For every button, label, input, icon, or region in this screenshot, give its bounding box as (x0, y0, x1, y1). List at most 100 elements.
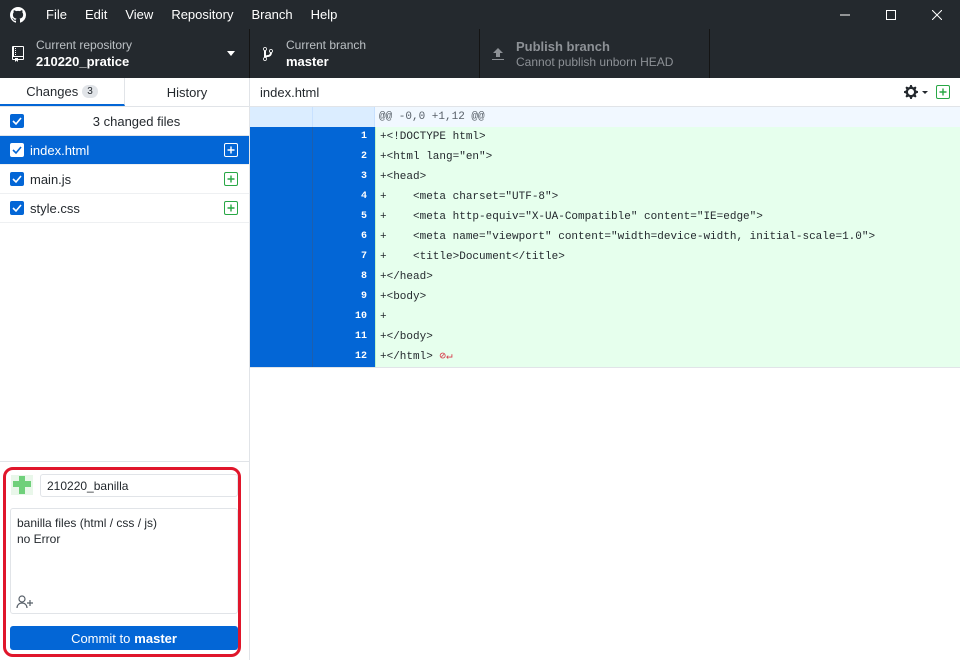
diff-file-name: index.html (260, 84, 320, 100)
current-branch-name: master (286, 53, 329, 69)
diff-line[interactable]: 11 +</body> (250, 327, 960, 347)
changes-count-badge: 3 (82, 84, 98, 98)
menu-edit[interactable]: Edit (76, 0, 116, 29)
diff-content: @@ -0,0 +1,12 @@ 1 +<!DOCTYPE html> 2 +<ht… (250, 107, 960, 368)
diff-view: index.html @@ -0,0 +1,12 @@ 1 +<!DOCTYPE … (250, 78, 960, 660)
diff-line[interactable]: 5 + <meta http-equiv="X-UA-Compatible" co… (250, 207, 960, 227)
line-number: 3 (313, 167, 375, 187)
line-number: 1 (313, 127, 375, 147)
window-controls (822, 0, 960, 29)
sidebar: Changes 3 History 3 changed files index.… (0, 78, 250, 660)
avatar (11, 475, 33, 495)
tab-changes-label: Changes (26, 83, 79, 99)
line-code: +<html lang="en"> (375, 147, 960, 167)
menu-view[interactable]: View (116, 0, 162, 29)
diff-line[interactable]: 8 +</head> (250, 267, 960, 287)
line-number: 8 (313, 267, 375, 287)
diff-file-header: index.html (250, 78, 960, 107)
tab-history[interactable]: History (125, 78, 249, 106)
line-number: 11 (313, 327, 375, 347)
file-checkbox[interactable] (10, 201, 24, 215)
line-code: + <meta name="viewport" content="width=d… (375, 227, 960, 247)
select-all-checkbox[interactable] (10, 114, 24, 128)
line-code: + <title>Document</title> (375, 247, 960, 267)
hunk-header: @@ -0,0 +1,12 @@ (250, 107, 960, 127)
branch-icon (250, 46, 286, 62)
menu-bar: File Edit View Repository Branch Help (36, 0, 346, 29)
tab-history-label: History (166, 84, 208, 100)
line-code: + (375, 307, 960, 327)
file-added-icon (936, 85, 950, 99)
line-number: 7 (313, 247, 375, 267)
commit-panel: 210220_banilla banilla files (html / css… (0, 461, 249, 660)
current-branch-button[interactable]: Current branch master (250, 29, 480, 78)
maximize-icon[interactable] (868, 0, 914, 29)
add-coauthor-icon[interactable] (16, 595, 34, 609)
file-name: main.js (30, 171, 72, 187)
current-repository-name: 210220_pratice (36, 53, 130, 69)
diff-line[interactable]: 7 + <title>Document</title> (250, 247, 960, 267)
line-number: 5 (313, 207, 375, 227)
current-repository-button[interactable]: Current repository 210220_pratice (0, 29, 250, 78)
diff-line[interactable]: 6 + <meta name="viewport" content="width=… (250, 227, 960, 247)
github-logo-icon (0, 0, 36, 29)
line-code: +<!DOCTYPE html> (375, 127, 960, 147)
repo-icon (0, 45, 36, 62)
close-icon[interactable] (914, 0, 960, 29)
diff-line[interactable]: 2 +<html lang="en"> (250, 147, 960, 167)
no-newline-icon: ⊘↵ (432, 351, 453, 363)
commit-button-branch: master (134, 630, 177, 646)
file-row-index-html[interactable]: index.html (0, 136, 249, 165)
file-name: index.html (30, 142, 90, 158)
commit-button[interactable]: Commit to master (10, 626, 238, 650)
toolbar: Current repository 210220_pratice Curren… (0, 29, 960, 78)
file-checkbox[interactable] (10, 172, 24, 186)
menu-repository[interactable]: Repository (162, 0, 242, 29)
file-row-main-js[interactable]: main.js (0, 165, 249, 194)
menu-branch[interactable]: Branch (242, 0, 301, 29)
line-number: 9 (313, 287, 375, 307)
publish-branch-label: Publish branch (516, 38, 610, 54)
diff-line[interactable]: 12 +</html> ⊘↵ (250, 347, 960, 367)
line-code: +</head> (375, 267, 960, 287)
chevron-down-icon (227, 51, 235, 56)
diff-line[interactable]: 10 + (250, 307, 960, 327)
line-code: +</body> (375, 327, 960, 347)
changed-files-count: 3 changed files (92, 113, 181, 129)
file-name: style.css (30, 200, 80, 216)
sidebar-tabs: Changes 3 History (0, 78, 249, 107)
line-code: + <meta http-equiv="X-UA-Compatible" con… (375, 207, 960, 227)
title-bar: File Edit View Repository Branch Help (0, 0, 960, 29)
tab-changes[interactable]: Changes 3 (0, 78, 125, 106)
diff-line[interactable]: 4 + <meta charset="UTF-8"> (250, 187, 960, 207)
line-number: 12 (313, 347, 375, 367)
commit-description-textarea[interactable]: banilla files (html / css / js) no Error (10, 508, 238, 614)
file-added-icon (224, 172, 238, 186)
changes-header: 3 changed files (0, 107, 249, 136)
gear-icon[interactable] (904, 84, 930, 100)
diff-line[interactable]: 1 +<!DOCTYPE html> (250, 127, 960, 147)
menu-help[interactable]: Help (302, 0, 347, 29)
file-row-style-css[interactable]: style.css (0, 194, 249, 223)
diff-line[interactable]: 3 +<head> (250, 167, 960, 187)
line-code: +</html> (380, 351, 433, 363)
hunk-header-text: @@ -0,0 +1,12 @@ (379, 111, 485, 123)
publish-branch-status: Cannot publish unborn HEAD (516, 54, 674, 69)
publish-branch-button[interactable]: Publish branch Cannot publish unborn HEA… (480, 29, 710, 78)
line-code: + <meta charset="UTF-8"> (375, 187, 960, 207)
github-desktop-window: File Edit View Repository Branch Help Cu… (0, 0, 960, 660)
diff-line[interactable]: 9 +<body> (250, 287, 960, 307)
description-line: no Error (17, 532, 61, 546)
file-added-icon (224, 201, 238, 215)
description-line: banilla files (html / css / js) (17, 516, 158, 530)
line-code: +<head> (375, 167, 960, 187)
minimize-icon[interactable] (822, 0, 868, 29)
current-branch-label: Current branch (286, 37, 367, 52)
diff-divider (250, 367, 960, 368)
line-number: 6 (313, 227, 375, 247)
file-checkbox[interactable] (10, 143, 24, 157)
upload-icon (480, 46, 516, 62)
commit-summary-input[interactable]: 210220_banilla (40, 474, 238, 497)
line-number: 2 (313, 147, 375, 167)
menu-file[interactable]: File (36, 0, 76, 29)
